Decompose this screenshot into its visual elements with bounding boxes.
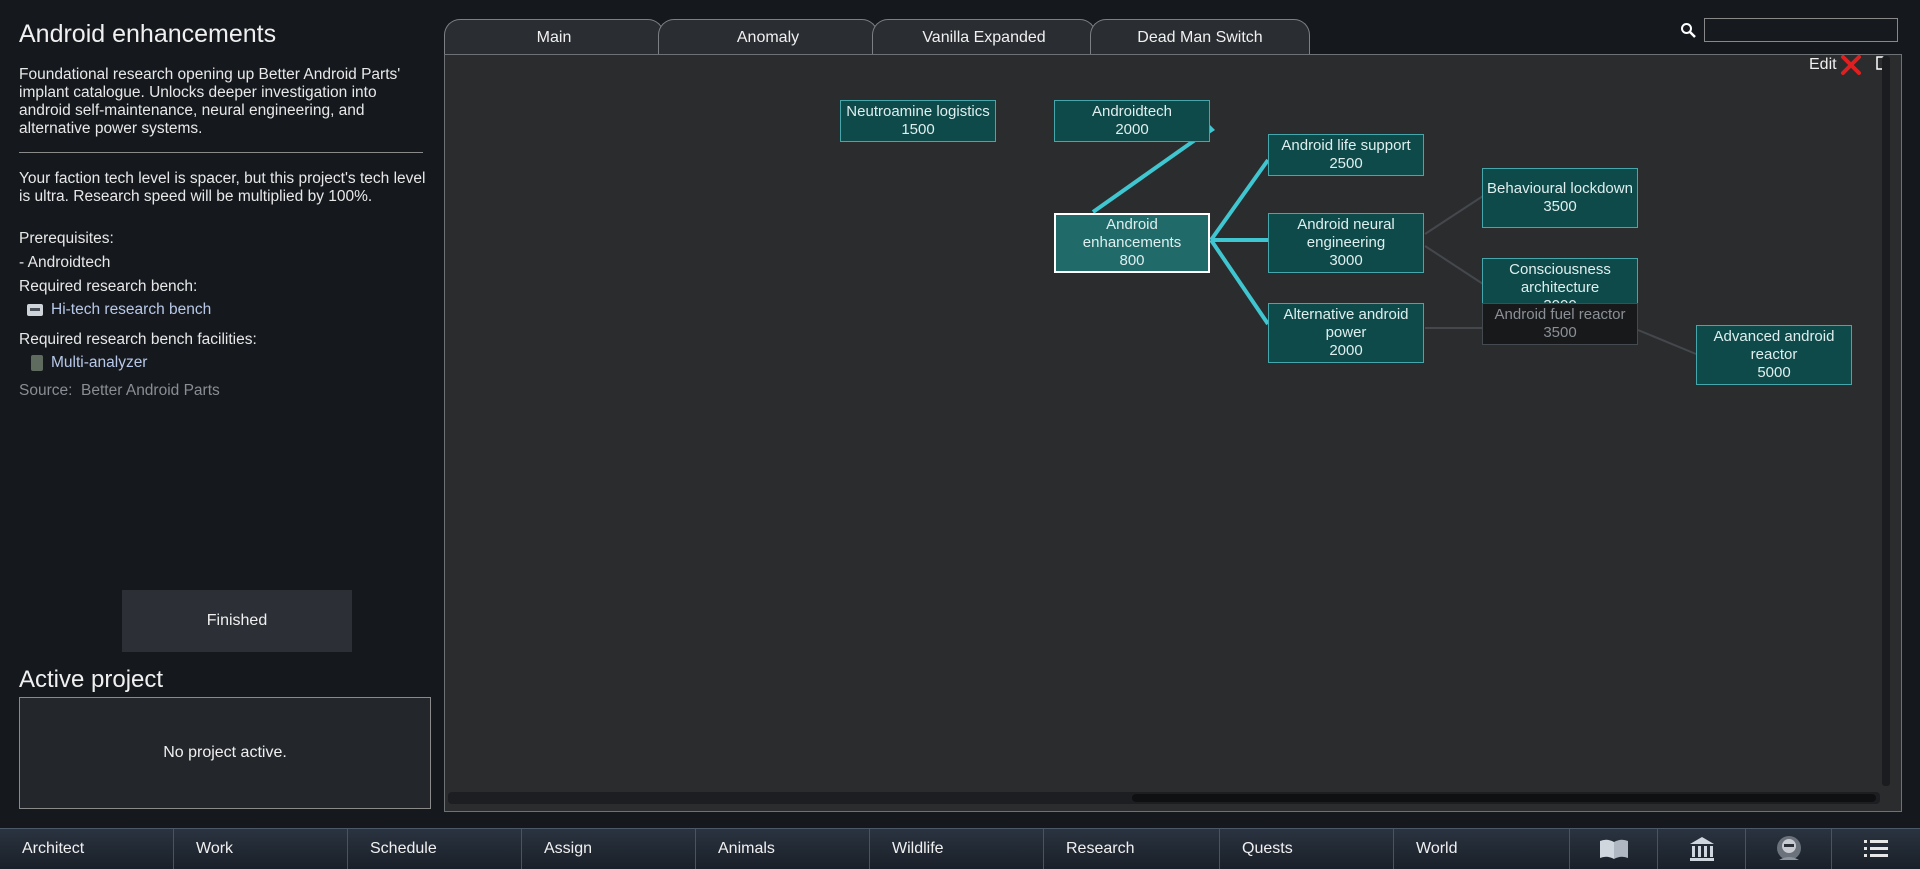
node-cost: 1500 <box>901 121 935 138</box>
node-cost: 5000 <box>1757 364 1791 381</box>
tab-vanilla-expanded[interactable]: Vanilla Expanded <box>872 19 1096 56</box>
node-name: Android life support <box>1281 137 1411 154</box>
active-project-title: Active project <box>19 666 164 693</box>
edit-label[interactable]: Edit <box>1809 56 1837 74</box>
node-android-fuel-reactor[interactable]: Android fuel reactor 3500 <box>1482 303 1638 345</box>
source-label: Source: <box>19 382 73 399</box>
node-cost: 3500 <box>1543 198 1577 215</box>
bench-item[interactable]: Hi-tech research bench <box>27 301 437 319</box>
tab-architect[interactable]: Architect <box>0 829 174 869</box>
node-android-enhancements[interactable]: Android enhancements 800 <box>1054 213 1210 273</box>
factions-icon <box>1689 837 1714 861</box>
tab-wildlife[interactable]: Wildlife <box>870 829 1044 869</box>
vertical-scrollbar[interactable] <box>1882 56 1890 786</box>
tab-animals[interactable]: Animals <box>696 829 870 869</box>
research-bench-icon <box>27 303 43 316</box>
node-advanced-android-reactor[interactable]: Advanced android reactor 5000 <box>1696 325 1852 385</box>
node-behavioural-lockdown[interactable]: Behavioural lockdown 3500 <box>1482 168 1638 228</box>
scrollbar-thumb[interactable] <box>1132 794 1876 802</box>
node-cost: 2000 <box>1329 342 1363 359</box>
node-name: Android neural engineering <box>1297 216 1395 251</box>
research-tree-view[interactable] <box>444 54 1902 812</box>
node-name: Android enhancements <box>1082 216 1182 251</box>
node-name: Androidtech <box>1091 103 1173 120</box>
node-alternative-android-power[interactable]: Alternative android power 2000 <box>1268 303 1424 363</box>
tab-world[interactable]: World <box>1394 829 1570 869</box>
node-cost: 3500 <box>1543 324 1577 341</box>
close-icon[interactable] <box>1840 54 1862 76</box>
factions-tab[interactable] <box>1658 829 1746 869</box>
menu-icon <box>1864 840 1888 857</box>
project-info-panel: Android enhancements Foundational resear… <box>0 0 440 828</box>
tab-main[interactable]: Main <box>444 19 664 56</box>
tab-quests[interactable]: Quests <box>1220 829 1394 869</box>
search-icon <box>1681 23 1696 38</box>
tab-dead-man-switch[interactable]: Dead Man Switch <box>1090 19 1310 56</box>
multi-analyzer-icon <box>31 354 43 371</box>
source-line: Source: Better Android Parts <box>19 382 429 400</box>
source-value: Better Android Parts <box>81 382 220 399</box>
node-name: Alternative android power <box>1283 306 1409 341</box>
node-cost: 3000 <box>1329 252 1363 269</box>
bench-label: Required research bench: <box>19 278 198 295</box>
node-androidtech[interactable]: Androidtech 2000 <box>1054 100 1210 142</box>
node-android-neural-engineering[interactable]: Android neural engineering 3000 <box>1268 213 1424 273</box>
prerequisite-item: - Androidtech <box>19 254 429 272</box>
tech-level-note: Your faction tech level is spacer, but t… <box>19 170 426 205</box>
facility-item[interactable]: Multi-analyzer <box>27 354 437 372</box>
node-cost: 800 <box>1119 252 1145 269</box>
node-android-life-support[interactable]: Android life support 2500 <box>1268 134 1424 176</box>
node-name: Behavioural lockdown <box>1487 180 1633 197</box>
node-name: Consciousness architecture <box>1509 261 1611 296</box>
tab-anomaly[interactable]: Anomaly <box>658 19 878 56</box>
menu-tab[interactable] <box>1832 829 1920 869</box>
project-description: Foundational research opening up Better … <box>19 66 401 137</box>
divider <box>19 152 423 153</box>
main-tab-bar: Architect Work Schedule Assign Animals W… <box>0 828 1920 869</box>
no-project-text: No project active. <box>163 744 287 761</box>
search-input[interactable] <box>1704 18 1898 42</box>
tab-schedule[interactable]: Schedule <box>348 829 522 869</box>
ideoligion-tab[interactable] <box>1746 829 1832 869</box>
prerequisites-label: Prerequisites: <box>19 230 114 247</box>
facility-link[interactable]: Multi-analyzer <box>51 354 147 371</box>
node-neutroamine-logistics[interactable]: Neutroamine logistics 1500 <box>840 100 996 142</box>
bench-link[interactable]: Hi-tech research bench <box>51 301 211 318</box>
tab-research[interactable]: Research <box>1044 829 1220 869</box>
history-tab[interactable] <box>1570 829 1658 869</box>
project-title: Android enhancements <box>19 20 277 48</box>
tab-assign[interactable]: Assign <box>522 829 696 869</box>
ideology-icon <box>1776 836 1801 860</box>
node-name: Android fuel reactor <box>1494 306 1626 323</box>
finished-button[interactable]: Finished <box>122 590 352 652</box>
active-project-box: No project active. <box>19 697 431 809</box>
book-icon <box>1599 839 1628 859</box>
node-name: Neutroamine logistics <box>846 103 990 120</box>
node-cost: 2500 <box>1329 155 1363 172</box>
facilities-label: Required research bench facilities: <box>19 331 257 348</box>
node-name: Advanced android reactor <box>1713 328 1835 363</box>
tab-work[interactable]: Work <box>174 829 348 869</box>
node-cost: 2000 <box>1115 121 1149 138</box>
prerequisite-name: - Androidtech <box>19 254 111 271</box>
horizontal-scrollbar[interactable] <box>448 792 1880 804</box>
